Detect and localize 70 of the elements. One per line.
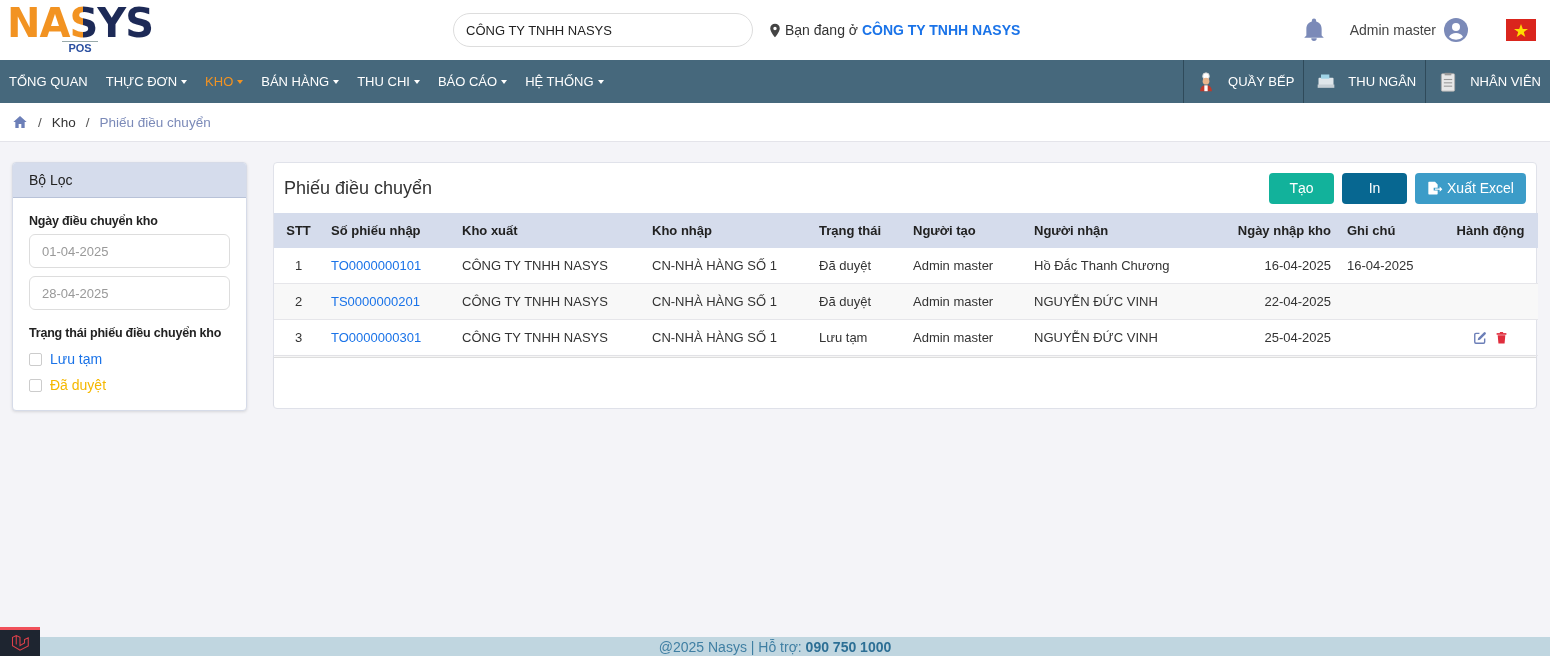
print-button[interactable]: In (1342, 172, 1407, 204)
column-header: Hành động (1443, 213, 1538, 248)
creator-cell: Admin master (913, 330, 994, 345)
column-header: Người nhận (1026, 213, 1203, 248)
user-name[interactable]: Admin master (1349, 22, 1436, 38)
column-header: Kho nhập (644, 213, 811, 248)
framework-logo-icon[interactable] (11, 634, 29, 652)
column-header: Trạng thái (811, 213, 905, 248)
flag-icon[interactable] (1506, 19, 1536, 41)
column-header: Người tạo (905, 213, 1026, 248)
warehouse-cell: CN-NHÀ HÀNG SỐ 1 (652, 330, 777, 345)
menu-item[interactable]: BÁO CÁO (428, 60, 517, 103)
creator-cell: Admin master (913, 258, 994, 273)
column-header: Kho xuất (454, 213, 644, 248)
checkbox[interactable] (29, 378, 42, 392)
column-header: Số phiếu nhập (323, 213, 454, 248)
document-code-link[interactable]: TO0000000301 (331, 330, 422, 345)
column-header: Ngày nhập kho (1203, 213, 1339, 248)
date-cell: 25-04-2025 (1264, 330, 1331, 345)
field-label: Trạng thái phiếu điều chuyển kho (29, 326, 223, 340)
breadcrumb-link[interactable]: Phiếu điều chuyển (99, 114, 211, 130)
trash-icon[interactable] (1495, 331, 1508, 346)
home-icon[interactable] (12, 114, 28, 130)
warehouse-cell: CÔNG TY TNHH NASYS (462, 294, 608, 309)
status-cell: Đã duyệt (819, 294, 872, 309)
document-code-link[interactable]: TO0000000101 (331, 258, 422, 273)
warehouse-cell: CN-NHÀ HÀNG SỐ 1 (652, 258, 777, 273)
breadcrumb-separator: / (38, 114, 42, 130)
menu-item[interactable]: THU CHI (348, 60, 429, 103)
row-number: 3 (274, 319, 323, 356)
menu-item[interactable]: TỔNG QUAN (0, 60, 97, 103)
warehouse-cell: CN-NHÀ HÀNG SỐ 1 (652, 294, 777, 309)
checkbox[interactable] (29, 352, 42, 366)
date-cell: 22-04-2025 (1264, 294, 1331, 309)
date-field[interactable]: 28-04-2025 (29, 276, 230, 310)
breadcrumb-separator: / (85, 114, 90, 130)
edit-icon[interactable] (1473, 331, 1487, 346)
current-location-text: Bạn đang ở CÔNG TY TNHH NASYS (785, 22, 1021, 38)
receiver-cell: Hồ Đắc Thanh Chương (1034, 258, 1170, 273)
warehouse-cell: CÔNG TY TNHH NASYS (462, 330, 608, 345)
row-number: 2 (274, 283, 323, 320)
company-field[interactable]: CÔNG TY TNHH NASYS (453, 13, 753, 47)
logo-subtitle: POS (62, 41, 98, 54)
row-number: 1 (274, 248, 323, 284)
filter-title: Bộ Lọc (13, 163, 246, 198)
menu-item[interactable]: HỆ THỐNG (516, 60, 613, 103)
bell-icon[interactable] (1301, 18, 1326, 42)
note-cell: 16-04-2025 (1347, 258, 1414, 273)
logo-text: NASYS (7, 6, 153, 40)
file-export-icon (1427, 180, 1444, 196)
menu-item[interactable]: THỰC ĐƠN (96, 60, 197, 103)
export-excel-button[interactable]: Xuất Excel (1415, 172, 1526, 204)
user-avatar-icon[interactable] (1444, 18, 1468, 42)
footer-text: @2025 Nasys | Hỗ trợ: 090 750 1000 (658, 638, 892, 655)
date-field[interactable]: 01-04-2025 (29, 234, 230, 268)
status-cell: Lưu tạm (819, 330, 868, 345)
creator-cell: Admin master (913, 294, 994, 309)
panel-title: Phiếu điều chuyển (284, 177, 434, 199)
status-label[interactable]: Lưu tạm (50, 351, 103, 367)
menu-item[interactable]: BÁN HÀNG (252, 60, 349, 103)
warehouse-cell: CÔNG TY TNHH NASYS (462, 258, 608, 273)
location-pin-icon (769, 22, 781, 38)
column-header: STT (274, 213, 323, 248)
receiver-cell: NGUYỄN ĐỨC VINH (1034, 294, 1158, 309)
column-header: Ghi chú (1339, 213, 1443, 248)
field-label: Ngày điều chuyển kho (29, 214, 159, 228)
date-cell: 16-04-2025 (1264, 258, 1331, 273)
breadcrumb-link[interactable]: Kho (51, 114, 76, 130)
status-cell: Đã duyệt (819, 258, 872, 273)
receiver-cell: NGUYỄN ĐỨC VINH (1034, 330, 1158, 345)
